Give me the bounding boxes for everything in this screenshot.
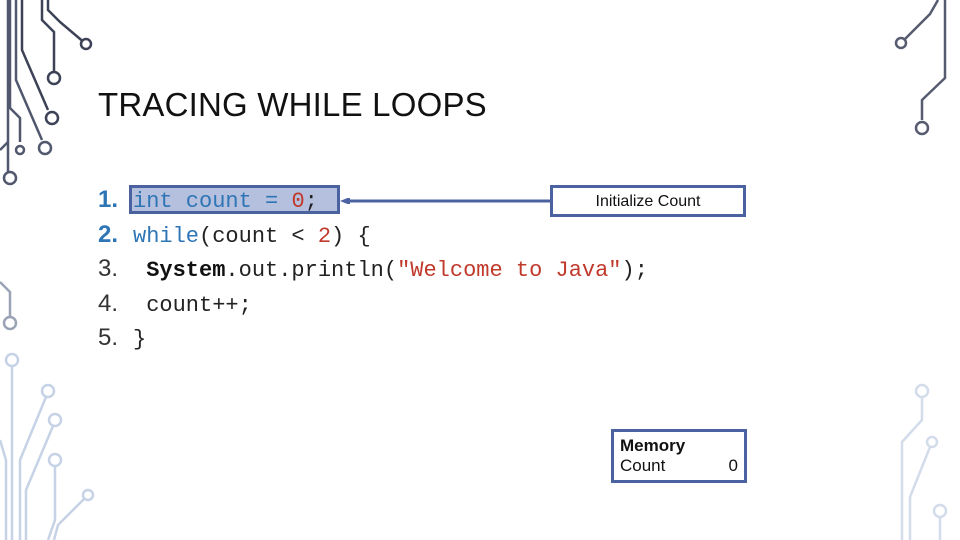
line-number: 3. [98, 255, 119, 282]
code-token: 2 [317, 223, 332, 249]
code-line: 3. System.out.println("Welcome to Java")… [98, 252, 648, 287]
code-token: count = [172, 189, 292, 214]
code-line: 5.} [98, 321, 648, 356]
code-token: System [146, 258, 226, 283]
code-token: count++; [133, 292, 252, 318]
code-token: ); [621, 258, 648, 283]
memory-variable-row: Count 0 [620, 456, 738, 476]
code-line: 2. while(count < 2) { [98, 218, 648, 253]
code-token: 0 [291, 189, 305, 214]
arrow-icon [340, 198, 550, 204]
code-token: int [133, 189, 173, 214]
line-number: 5. [98, 324, 119, 351]
memory-box: Memory Count 0 [611, 429, 747, 483]
variable-value: 0 [728, 456, 738, 475]
line-number: 4. [98, 289, 119, 317]
code-token: while [133, 223, 200, 249]
code-token: .out.println( [225, 258, 398, 283]
memory-title: Memory [620, 436, 686, 455]
code-token: } [133, 327, 147, 352]
code-token: ) { [331, 223, 371, 249]
line-number: 2. [98, 220, 119, 248]
code-line: 4. count++; [98, 287, 648, 322]
code-token: "Welcome to Java" [397, 258, 622, 283]
variable-name: Count [620, 456, 666, 475]
slide-title: TRACING WHILE LOOPS [98, 86, 487, 123]
annotation-callout: Initialize Count [550, 185, 746, 217]
code-token: ; [304, 189, 318, 214]
line-number: 1. [98, 186, 119, 213]
code-token: (count < [199, 223, 318, 249]
